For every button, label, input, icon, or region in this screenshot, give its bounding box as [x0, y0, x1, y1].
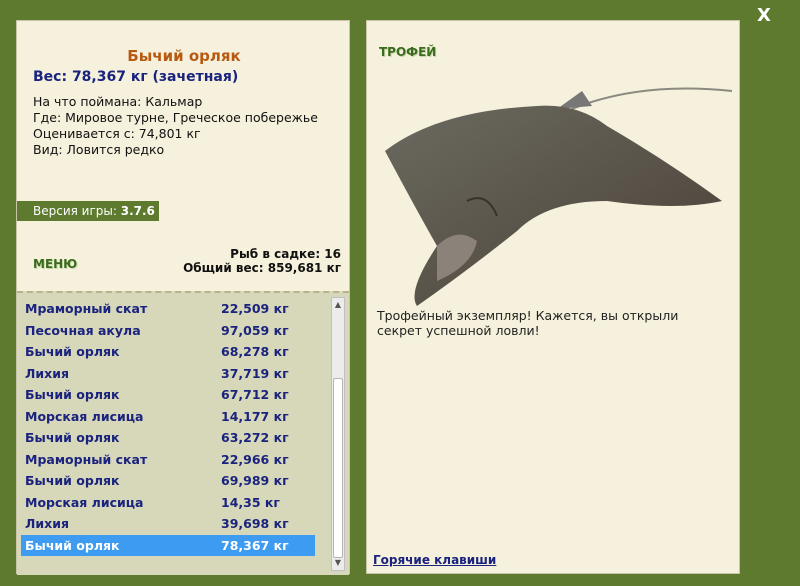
fish-name: Бычий орляк — [25, 473, 120, 488]
fish-list-row[interactable]: Мраморный скат 22,509 кг — [21, 298, 315, 319]
location-info: Где: Мировое турне, Греческое побережье — [33, 110, 318, 125]
fish-name: Песочная акула — [25, 322, 141, 338]
close-button[interactable]: X — [752, 4, 776, 28]
fish-weight-value: 63,272 кг — [221, 430, 289, 445]
hotkeys-link[interactable]: Горячие клавиши — [373, 553, 496, 567]
fish-weight-value: 68,278 кг — [221, 344, 289, 359]
trophy-description: Трофейный экземпляр! Кажется, вы открыли… — [377, 308, 679, 338]
scroll-up-icon[interactable]: ▲ — [332, 298, 344, 312]
version-badge: Версия игры: 3.7.6 — [17, 201, 159, 221]
fish-name: Мраморный скат — [25, 451, 148, 467]
fish-title: Бычий орляк — [127, 47, 241, 65]
fish-list-row[interactable]: Лихия 37,719 кг — [21, 363, 315, 384]
fish-list-row[interactable]: Бычий орляк 68,278 кг — [21, 341, 315, 362]
fish-weight-value: 22,966 кг — [221, 451, 289, 467]
fish-list-row[interactable]: Морская лисица 14,35 кг — [21, 492, 315, 513]
fish-weight-value: 39,698 кг — [221, 516, 289, 531]
fish-name: Морская лисица — [25, 408, 144, 424]
catch-info-panel: Бычий орляк Вес: 78,367 кг (зачетная) На… — [16, 20, 350, 575]
fish-list-row[interactable]: Бычий орляк 63,272 кг — [21, 427, 315, 448]
fish-name: Лихия — [25, 365, 69, 381]
fish-list[interactable]: Мраморный скат 22,509 кг Песочная акула 97,… — [17, 291, 349, 575]
trophy-label: ТРОФЕЙ — [379, 45, 437, 59]
fish-weight-value: 97,059 кг — [221, 322, 289, 338]
version-label: Версия игры: — [33, 204, 117, 218]
value-info: Оценивается с: 74,801 кг — [33, 126, 201, 141]
fish-name: Бычий орляк — [25, 387, 120, 402]
trophy-panel: ТРОФЕЙ Трофейный экземпляр! Кажется, вы … — [366, 20, 740, 574]
fish-weight-value: 69,989 кг — [221, 473, 289, 488]
fish-list-row[interactable]: Бычий орляк 67,712 кг — [21, 384, 315, 405]
fish-weight: Вес: 78,367 кг (зачетная) — [33, 69, 239, 85]
fish-list-row[interactable]: Морская лисица 14,177 кг — [21, 406, 315, 427]
fish-list-row[interactable]: Бычий орляк 78,367 кг — [21, 534, 315, 556]
fish-weight-value: 14,177 кг — [221, 408, 289, 424]
fish-list-row[interactable]: Лихия 39,698 кг — [21, 513, 315, 534]
menu-button[interactable]: МЕНЮ — [33, 257, 77, 271]
fish-name: Лихия — [25, 516, 69, 531]
fish-name: Морская лисица — [25, 494, 144, 510]
fish-weight-value: 78,367 кг — [221, 537, 289, 553]
fish-list-row[interactable]: Мраморный скат 22,966 кг — [21, 449, 315, 470]
fish-name: Бычий орляк — [25, 430, 120, 445]
fish-weight-value: 14,35 кг — [221, 494, 280, 510]
fish-weight-value: 22,509 кг — [221, 301, 289, 316]
fish-list-row[interactable]: Песочная акула 97,059 кг — [21, 320, 315, 341]
fish-list-row[interactable]: Бычий орляк 69,989 кг — [21, 470, 315, 491]
fish-list-scrollbar[interactable]: ▲ ▼ — [331, 297, 345, 571]
fish-name: Бычий орляк — [25, 344, 120, 359]
fish-count: Рыб в садке: 16 — [230, 247, 341, 261]
version-value: 3.7.6 — [120, 204, 155, 218]
scroll-down-icon[interactable]: ▼ — [332, 556, 344, 570]
rarity-info: Вид: Ловится редко — [33, 142, 165, 157]
fish-weight-value: 67,712 кг — [221, 387, 289, 402]
scroll-thumb[interactable] — [333, 378, 343, 558]
bait-info: На что поймана: Кальмар — [33, 94, 203, 109]
eagle-ray-image — [385, 87, 733, 307]
fish-weight-value: 37,719 кг — [221, 365, 289, 381]
fish-name: Бычий орляк — [25, 537, 120, 553]
fish-name: Мраморный скат — [25, 301, 148, 316]
total-weight: Общий вес: 859,681 кг — [183, 261, 341, 275]
